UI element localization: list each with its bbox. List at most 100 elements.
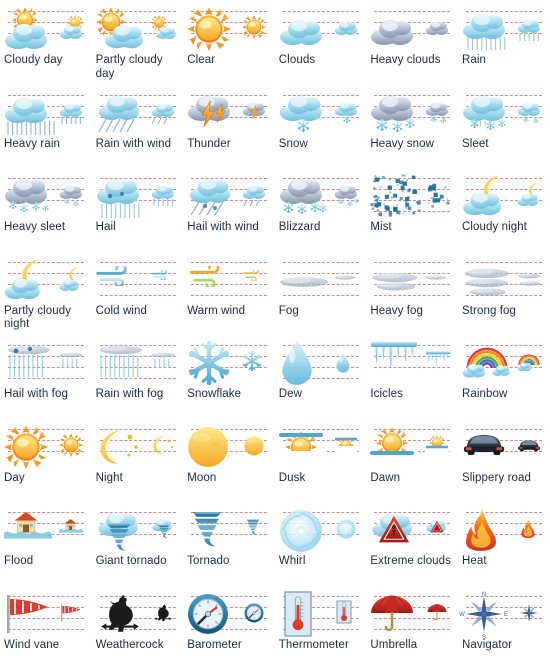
icon-label-cloudy-day: Cloudy day [4,54,63,66]
hail-fog-icon-large [8,345,50,377]
icon-cell-warm-wind[interactable]: Warm wind [183,251,275,335]
icon-cell-umbrella[interactable]: Umbrella [366,585,458,668]
icon-cell-clear[interactable]: Clear [183,0,275,84]
icon-cell-whirl[interactable]: Whirl [275,501,367,585]
car-icon-small [518,439,540,451]
icon-cell-cloudy-day[interactable]: Cloudy day [0,0,92,84]
icon-artwork-snowflake [187,341,275,389]
sun-cloud-icon-large [5,7,47,49]
icon-artwork-fog [279,258,367,306]
icon-artwork-heavy-clouds [370,7,458,55]
icon-artwork-heavy-sleet [4,174,92,222]
icon-cell-extreme-clouds[interactable]: Extreme clouds [366,501,458,585]
icon-cell-clouds[interactable]: Clouds [275,0,367,84]
icon-cell-mist[interactable]: Mist [366,167,458,251]
icon-label-extreme-clouds: Extreme clouds [370,555,452,567]
icon-label-heavy-fog: Heavy fog [370,304,424,317]
icon-label-rain: Rain [461,54,487,66]
moon-icon-large [100,429,138,464]
tornado-icon-large [193,512,222,547]
icon-cell-navigator[interactable]: N S W E Navigator [458,585,550,668]
icon-label-moon: Moon [187,471,217,484]
icon-artwork-moon [187,425,275,473]
icon-artwork-strong-fog [462,258,550,306]
icon-cell-thunder[interactable]: Thunder [183,84,275,168]
icon-cell-day[interactable]: Day [0,418,92,502]
icon-cell-rain[interactable]: Rain [458,0,550,84]
icon-cell-rainbow[interactable]: Rainbow [458,334,550,418]
sun-cloud-big-icon-large [95,7,143,49]
icon-cell-night[interactable]: Night [92,418,184,502]
icon-cell-partly-cloudy-day[interactable]: Partly cloudy day [92,0,184,84]
dew-icon-large [282,341,312,385]
icon-cell-cloudy-night[interactable]: Cloudy night [458,167,550,251]
icicles-icon-small [426,351,451,366]
icon-label-cloudy-night: Cloudy night [461,221,528,233]
heavy-snow-icon-large [371,95,416,132]
barometer-icon-large [187,592,230,635]
icon-artwork-heat [462,508,550,556]
whirl-icon-large [279,509,323,553]
strong-fog-icon-large [464,268,510,296]
icon-cell-heavy-sleet[interactable]: Heavy sleet [0,167,92,251]
icon-artwork-rain [462,7,550,55]
icon-grid: Cloudy day Partly cloudy day Clear Clouds He… [0,0,550,668]
icon-cell-hail[interactable]: Hail [92,167,184,251]
icon-cell-dew[interactable]: Dew [275,334,367,418]
fog-icon-large [279,276,328,287]
icon-cell-heavy-fog[interactable]: Heavy fog [366,251,458,335]
icon-label-heavy-sleet: Heavy sleet [4,221,66,233]
icon-cell-blizzard[interactable]: Blizzard [275,167,367,251]
icon-cell-rain-with-wind[interactable]: Rain with wind [92,84,184,168]
icon-cell-heat[interactable]: Heat [458,501,550,585]
icon-cell-dawn[interactable]: Dawn [366,418,458,502]
moon-cloud-icon-small [517,182,539,206]
icon-artwork-rainbow [462,341,550,389]
icon-cell-heavy-snow[interactable]: Heavy snow [366,84,458,168]
icon-cell-cold-wind[interactable]: Cold wind [92,251,184,335]
icon-cell-fog[interactable]: Fog [275,251,367,335]
snow-icon-large [279,95,322,132]
icon-cell-thermometer[interactable]: Thermometer [275,585,367,668]
icon-artwork-mist [370,174,458,222]
flood-icon-small [59,518,83,533]
icon-artwork-weathercock [96,592,184,640]
icon-cell-wind-vane[interactable]: Wind vane [0,585,92,668]
icicles-icon-large [371,342,418,369]
icon-artwork-thunder [187,91,275,139]
icon-cell-rain-with-fog[interactable]: Rain with fog [92,334,184,418]
icon-cell-weathercock[interactable]: Weathercock [92,585,184,668]
icon-artwork-thermometer [279,590,367,640]
icon-cell-hail-with-wind[interactable]: Hail with wind [183,167,275,251]
icon-cell-slippery-road[interactable]: Slippery road [458,418,550,502]
icon-cell-heavy-clouds[interactable]: Heavy clouds [366,0,458,84]
cold-wind-icon-small [151,269,167,280]
icon-cell-snow[interactable]: Snow [275,84,367,168]
icon-cell-strong-fog[interactable]: Strong fog [458,251,550,335]
icon-cell-heavy-rain[interactable]: Heavy rain [0,84,92,168]
sun-icon-large [4,424,48,469]
icon-cell-sleet[interactable]: Sleet [458,84,550,168]
icon-label-thermometer: Thermometer [278,638,349,651]
icon-label-heavy-clouds: Heavy clouds [370,54,441,66]
icon-cell-tornado[interactable]: Tornado [183,501,275,585]
giant-tornado-icon-large [98,512,138,551]
icon-cell-giant-tornado[interactable]: Giant tornado [92,501,184,585]
icon-cell-snowflake[interactable]: Snowflake [183,334,275,418]
icon-cell-dusk[interactable]: Dusk [275,418,367,502]
heavy-fog-icon-large [372,272,418,290]
icon-cell-hail-with-fog[interactable]: Hail with fog [0,334,92,418]
icon-artwork-barometer [187,592,275,640]
icon-label-day: Day [4,471,25,484]
icon-artwork-clouds [279,7,367,55]
giant-tornado-icon-small [151,519,172,539]
icon-cell-barometer[interactable]: Barometer [183,585,275,668]
icon-cell-flood[interactable]: Flood [0,501,92,585]
icon-cell-icicles[interactable]: Icicles [366,334,458,418]
icon-cell-partly-cloudy-night[interactable]: Partly cloudy night [0,251,92,335]
rain-wind-icon-large [98,95,139,132]
rainbow-icon-large [462,347,510,378]
icon-label-flood: Flood [4,555,34,567]
rain-fog-icon-small [151,352,175,368]
icon-cell-moon[interactable]: Moon [183,418,275,502]
